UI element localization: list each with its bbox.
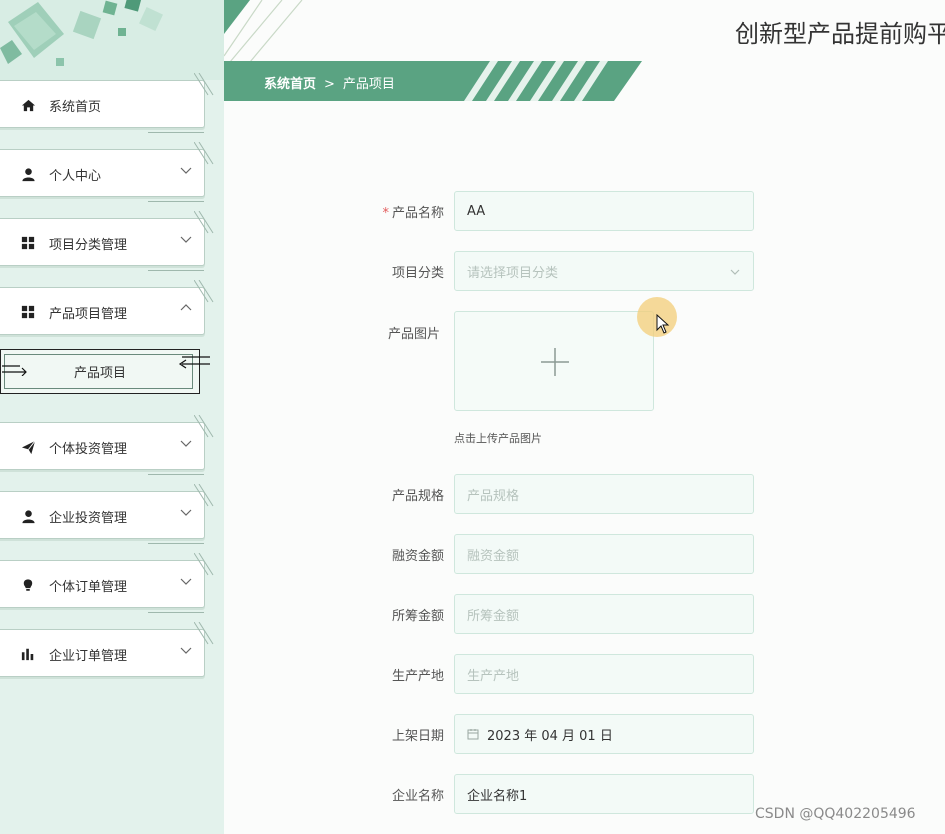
sidebar-item-label: 企业投资管理 — [49, 511, 128, 526]
plus-icon — [541, 348, 569, 376]
form-row-company: 企业名称 企业名称1 — [340, 774, 760, 814]
breadcrumb-separator: > — [324, 77, 335, 92]
sidebar-item-enterprise-orders[interactable]: 企业订单管理 — [0, 622, 214, 677]
chevron-down-icon — [180, 167, 192, 174]
sidebar-decoration — [0, 0, 224, 80]
chevron-down-icon — [730, 269, 740, 275]
corner-stripe — [194, 280, 214, 303]
chevron-down-icon — [180, 647, 192, 654]
calendar-icon — [467, 729, 479, 740]
form-row-financing: 融资金额 融资金额 — [340, 534, 760, 574]
menu-underline — [148, 543, 204, 544]
watermark: CSDN @QQ402205496 — [755, 806, 916, 822]
listing-date-picker[interactable]: 2023 年 04 月 01 日 — [454, 714, 754, 754]
sidebar-item-label: 个体订单管理 — [49, 580, 128, 595]
sidebar-item-enterprise-investment[interactable]: 企业投资管理 — [0, 484, 214, 544]
form-row-spec: 产品规格 产品规格 — [340, 474, 760, 514]
field-label: 融资金额 — [391, 549, 444, 564]
corner-stripe — [194, 622, 214, 645]
sidebar-item-product-project-management[interactable]: 产品项目管理 — [0, 280, 214, 335]
form-row-product-name: * 产品名称 AA — [340, 191, 760, 231]
field-label: 产品图片 — [388, 327, 441, 342]
raised-amount-input[interactable]: 所筹金额 — [454, 594, 754, 634]
origin-input[interactable]: 生产产地 — [454, 654, 754, 694]
corner-stripe — [194, 73, 214, 96]
grid-icon — [20, 235, 36, 251]
image-upload-box[interactable] — [454, 311, 654, 411]
sidebar-item-category-management[interactable]: 项目分类管理 — [0, 211, 214, 271]
form-row-raised: 所筹金额 所筹金额 — [340, 594, 760, 634]
sidebar-item-label: 系统首页 — [49, 100, 102, 115]
field-label: 产品规格 — [391, 489, 444, 504]
sidebar-item-label: 产品项目管理 — [49, 307, 128, 322]
upload-hint: 点击上传产品图片 — [454, 432, 542, 445]
chevron-down-icon — [180, 236, 192, 243]
mouse-cursor-icon — [656, 314, 670, 334]
sidebar-item-label: 项目分类管理 — [49, 238, 128, 253]
corner-stripe — [194, 553, 214, 576]
corner-stripe — [194, 142, 214, 165]
home-icon — [20, 97, 36, 113]
submenu-item-label: 产品项目 — [73, 366, 126, 381]
sidebar-item-label: 企业订单管理 — [49, 649, 128, 664]
arrow-right-icon — [2, 365, 27, 376]
required-marker: * — [382, 206, 389, 221]
sidebar-item-label: 个体投资管理 — [49, 442, 128, 457]
breadcrumb-home-link[interactable]: 系统首页 — [264, 77, 316, 92]
field-label: 上架日期 — [391, 729, 444, 744]
field-label: 生产产地 — [391, 669, 444, 684]
form-row-category: 项目分类 请选择项目分类 — [340, 251, 760, 291]
bar-chart-icon — [20, 646, 36, 662]
corner-stripe — [194, 415, 214, 438]
header-decoration — [224, 0, 303, 62]
sidebar-item-individual-investment[interactable]: 个体投资管理 — [0, 415, 214, 475]
sidebar-item-home[interactable]: 系统首页 — [0, 73, 214, 133]
sidebar-item-individual-orders[interactable]: 个体订单管理 — [0, 553, 214, 613]
app-title: 创新型产品提前购平 — [735, 20, 945, 48]
bulb-icon — [20, 577, 36, 593]
sidebar-item-personal-center[interactable]: 个人中心 — [0, 142, 214, 202]
arrow-left-icon — [178, 356, 210, 369]
menu-underline — [148, 474, 204, 475]
chevron-down-icon — [180, 440, 192, 447]
paper-plane-icon — [20, 439, 36, 455]
chevron-down-icon — [180, 509, 192, 516]
financing-amount-input[interactable]: 融资金额 — [454, 534, 754, 574]
chevron-down-icon — [180, 578, 192, 585]
sidebar: 系统首页 个人中心 项目分类管理 产品项目管理 产品项目 个体投资管理 企业投资… — [0, 0, 224, 834]
corner-stripe — [194, 484, 214, 507]
breadcrumb: 系统首页 > 产品项目 — [224, 61, 644, 101]
grid-icon — [20, 304, 36, 320]
chevron-up-icon — [180, 304, 192, 311]
user-icon — [20, 166, 36, 182]
menu-underline — [148, 612, 204, 613]
product-name-input[interactable]: AA — [454, 191, 754, 231]
field-label: 项目分类 — [391, 266, 444, 281]
category-select[interactable]: 请选择项目分类 — [454, 251, 754, 291]
sidebar-item-label: 个人中心 — [49, 169, 102, 184]
spec-input[interactable]: 产品规格 — [454, 474, 754, 514]
form-row-date: 上架日期 2023 年 04 月 01 日 — [340, 714, 760, 754]
field-label: 所筹金额 — [391, 609, 444, 624]
breadcrumb-current: 产品项目 — [342, 77, 395, 92]
field-label: 企业名称 — [391, 789, 444, 804]
menu-underline — [148, 132, 204, 133]
menu-underline — [148, 270, 204, 271]
submenu-item-product-project[interactable]: 产品项目 — [0, 349, 200, 394]
menu-underline — [148, 201, 204, 202]
company-name-input[interactable]: 企业名称1 — [454, 774, 754, 814]
user-icon — [20, 508, 36, 524]
form-row-origin: 生产产地 生产产地 — [340, 654, 760, 694]
corner-stripe — [194, 211, 214, 234]
field-label: * 产品名称 — [382, 206, 444, 221]
